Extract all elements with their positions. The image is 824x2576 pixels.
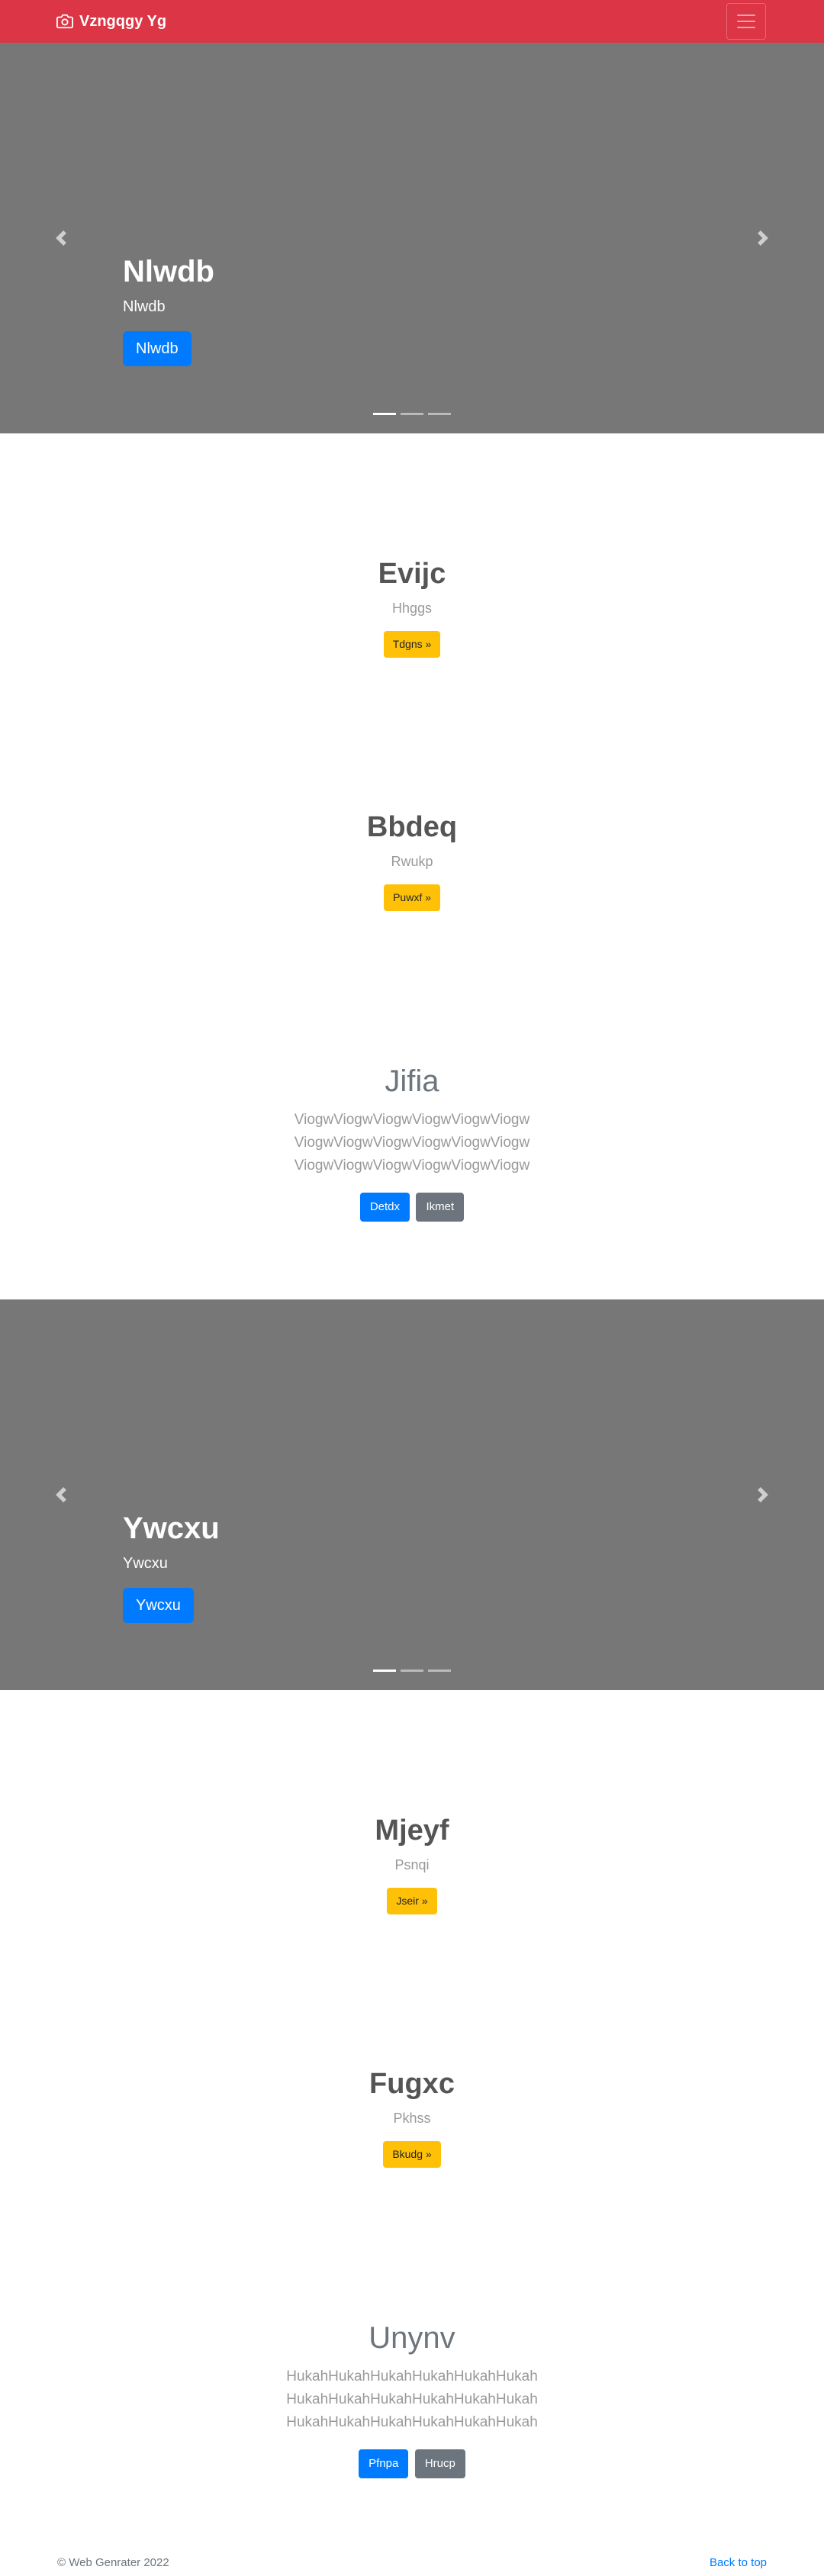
lead-title: Unynv [369, 2321, 455, 2355]
brand-link[interactable]: Vzngqgy Yg [56, 11, 166, 32]
brand-text: Vzngqgy Yg [79, 12, 167, 30]
lead-buttons: Detdx Ikmet [0, 1193, 824, 1222]
feature-button[interactable]: Tdgns » [383, 630, 441, 658]
carousel-cta-button[interactable]: Nlwdb [123, 331, 192, 366]
lead-title: Jifia [385, 1064, 439, 1098]
lead-text-line: ViogwViogwViogwViogwViogwViogw [294, 1158, 530, 1174]
lead-text-line: ViogwViogwViogwViogwViogwViogw [294, 1112, 530, 1128]
carousel-caption: Ywcxu Ywcxu Ywcxu [123, 1510, 220, 1623]
lead-text: HukahHukahHukahHukahHukahHukah HukahHuka… [0, 2365, 824, 2434]
carousel-indicator-2[interactable] [401, 413, 423, 415]
carousel-indicator-2[interactable] [401, 1670, 423, 1672]
lead-text: ViogwViogwViogwViogwViogwViogw ViogwViog… [0, 1109, 824, 1177]
feature-title: Bbdeq [366, 811, 458, 843]
carousel-indicator-3[interactable] [428, 1670, 451, 1672]
carousel-heading: Nlwdb [123, 255, 214, 288]
feature-block-2: Bbdeq Rwukp Puwxf » [0, 810, 824, 911]
carousel-cta-button[interactable]: Ywcxu [123, 1588, 194, 1623]
feature-title: Evijc [378, 558, 446, 590]
carousel-indicators [0, 413, 824, 415]
lead-primary-button[interactable]: Detdx [359, 1193, 410, 1222]
navbar: Vzngqgy Yg [0, 0, 824, 43]
feature-block-3: Mjeyf Psnqi Jseir » [0, 1814, 824, 1914]
lead-text-line: HukahHukahHukahHukahHukahHukah [286, 2414, 538, 2430]
chevron-left-icon [56, 1487, 66, 1502]
feature-subtitle: Rwukp [391, 853, 433, 869]
feature-title: Mjeyf [375, 1814, 449, 1847]
hamburger-icon [737, 14, 755, 28]
feature-title: Fugxc [369, 2068, 455, 2100]
carousel-prev-button[interactable] [0, 43, 122, 433]
lead-text-line: HukahHukahHukahHukahHukahHukah [286, 2368, 538, 2384]
feature-button[interactable]: Jseir » [387, 1887, 437, 1914]
carousel-prev-button[interactable] [0, 1299, 122, 1690]
lead-secondary-button[interactable]: Hrucp [414, 2449, 465, 2478]
carousel-indicator-1[interactable] [373, 1670, 396, 1672]
lead-text-line: HukahHukahHukahHukahHukahHukah [286, 2391, 538, 2407]
carousel-subheading: Nlwdb [123, 298, 166, 315]
feature-subtitle: Hhggs [391, 600, 433, 616]
camera-icon [56, 14, 73, 29]
carousel-next-button[interactable] [702, 1299, 824, 1690]
lead-buttons: Pfnpa Hrucp [0, 2449, 824, 2478]
carousel-indicator-1[interactable] [373, 413, 396, 415]
carousel-subheading: Ywcxu [123, 1555, 168, 1572]
lead-secondary-button[interactable]: Ikmet [416, 1193, 465, 1222]
carousel-next-button[interactable] [702, 43, 824, 433]
lead-block-2: Unynv HukahHukahHukahHukahHukahHukah Huk… [0, 2320, 824, 2478]
carousel-indicators [0, 1670, 824, 1672]
chevron-left-icon [56, 230, 66, 246]
back-to-top-link[interactable]: Back to top [710, 2556, 767, 2569]
chevron-right-icon [758, 1487, 768, 1502]
carousel-caption: Nlwdb Nlwdb Nlwdb [123, 253, 214, 366]
feature-button[interactable]: Bkudg » [383, 2140, 441, 2168]
hero-carousel-2: Ywcxu Ywcxu Ywcxu [0, 1299, 824, 1690]
carousel-heading: Ywcxu [123, 1512, 220, 1545]
hero-carousel-1: Nlwdb Nlwdb Nlwdb [0, 43, 824, 433]
lead-primary-button[interactable]: Pfnpa [359, 2449, 409, 2478]
footer-copyright: © Web Genrater 2022 [57, 2556, 169, 2569]
lead-block-1: Jifia ViogwViogwViogwViogwViogwViogw Vio… [0, 1063, 824, 1222]
feature-button[interactable]: Puwxf » [384, 884, 440, 911]
feature-block-1: Evijc Hhggs Tdgns » [0, 557, 824, 658]
feature-subtitle: Psnqi [394, 1856, 430, 1872]
feature-block-4: Fugxc Pkhss Bkudg » [0, 2067, 824, 2168]
lead-text-line: ViogwViogwViogwViogwViogwViogw [294, 1135, 530, 1151]
feature-subtitle: Pkhss [393, 2110, 431, 2126]
chevron-right-icon [758, 230, 768, 246]
carousel-indicator-3[interactable] [428, 413, 451, 415]
navbar-toggler-button[interactable] [726, 3, 766, 40]
